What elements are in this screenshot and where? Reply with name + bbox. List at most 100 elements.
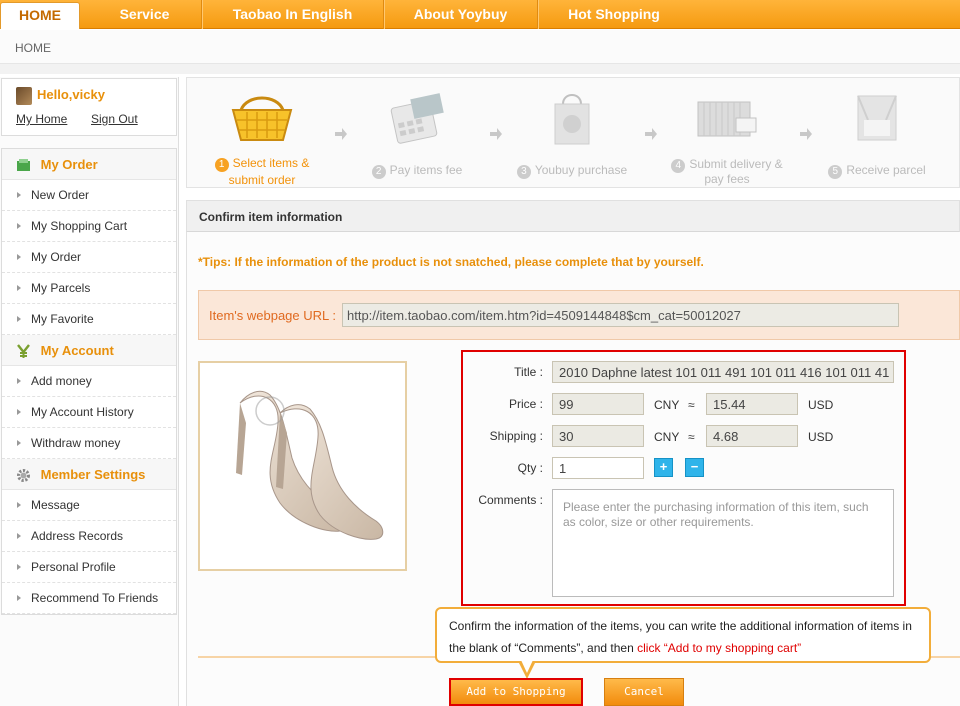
- cancel-button[interactable]: Cancel: [604, 678, 684, 706]
- price-currency-cny: CNY: [654, 398, 680, 412]
- confirm-header: Confirm item information: [186, 200, 960, 232]
- step-label: 5 Receive parcel: [807, 162, 947, 179]
- gear-icon: [17, 469, 30, 483]
- order-steps: 1 Select items & submit order 2 Pay items f…: [186, 77, 960, 188]
- sidebar-item-label: Address Records: [31, 529, 124, 543]
- item-form: Title : Price : CNY ≈ USD Shipping : CNY…: [461, 350, 906, 606]
- arrow-icon: [17, 192, 21, 198]
- sidebar-item-my-favorite[interactable]: My Favorite: [2, 304, 176, 335]
- step-number: 4: [671, 159, 686, 173]
- tips-text: *Tips: If the information of the product…: [198, 255, 704, 269]
- arrow-right-icon: [335, 128, 347, 140]
- add-to-cart-button[interactable]: Add to Shopping Cart: [449, 678, 583, 706]
- nav-taobao-in-english[interactable]: Taobao In English: [202, 0, 384, 29]
- sidebar-item-label: My Shopping Cart: [31, 219, 128, 233]
- price-usd-field[interactable]: [706, 393, 798, 415]
- shipping-usd-field[interactable]: [706, 425, 798, 447]
- greeting: Hello,vicky: [37, 87, 105, 102]
- price-approx: ≈: [688, 398, 695, 412]
- arrow-icon: [17, 285, 21, 291]
- arrow-icon: [17, 409, 21, 415]
- breadcrumb-bar: HOME: [0, 30, 960, 64]
- top-nav: HOME Service Taobao In English About Yoy…: [0, 0, 960, 29]
- sidebar-item-message[interactable]: Message: [2, 490, 176, 521]
- menu-head-label: My Account: [40, 343, 114, 358]
- qty-plus-button[interactable]: +: [654, 458, 673, 477]
- instruction-tooltip: Confirm the information of the items, yo…: [435, 607, 931, 663]
- comments-field[interactable]: [552, 489, 894, 597]
- sidebar-item-recommend-to-friends[interactable]: Recommend To Friends: [2, 583, 176, 614]
- qty-minus-button[interactable]: −: [685, 458, 704, 477]
- sidebar-item-address-records[interactable]: Address Records: [2, 521, 176, 552]
- sign-out-link[interactable]: Sign Out: [91, 112, 138, 126]
- url-input[interactable]: [342, 303, 899, 327]
- my-home-link[interactable]: My Home: [16, 112, 67, 126]
- nav-service[interactable]: Service: [88, 0, 202, 29]
- step-label: 4 Submit delivery & pay fees: [657, 158, 797, 186]
- sidebar-item-label: My Order: [31, 250, 82, 264]
- avatar: [16, 87, 32, 105]
- shipping-currency-usd: USD: [808, 430, 834, 444]
- shipping-approx: ≈: [688, 430, 695, 444]
- step-line-1: Pay items fee: [389, 163, 463, 177]
- parcel-icon: [857, 95, 897, 141]
- menu-head-member-settings: Member Settings: [2, 459, 176, 490]
- sidebar-item-my-shopping-cart[interactable]: My Shopping Cart: [2, 211, 176, 242]
- sidebar-item-my-parcels[interactable]: My Parcels: [2, 273, 176, 304]
- price-label: Price :: [508, 397, 543, 411]
- price-field[interactable]: [552, 393, 644, 415]
- arrow-right-icon: [645, 128, 657, 140]
- shopping-bag-icon: [554, 94, 590, 145]
- step-line-1: Receive parcel: [846, 163, 926, 177]
- step-number: 1: [214, 158, 229, 172]
- sidebar-item-label: Withdraw money: [31, 436, 121, 450]
- sidebar-item-label: Message: [31, 498, 80, 512]
- sidebar-item-my-account-history[interactable]: My Account History: [2, 397, 176, 428]
- title-label: Title :: [514, 365, 543, 379]
- yen-icon: [17, 344, 30, 359]
- sidebar-item-my-order[interactable]: My Order: [2, 242, 176, 273]
- menu-head-label: Member Settings: [40, 467, 146, 482]
- step-line-2: pay fees: [704, 172, 750, 186]
- qty-field[interactable]: [552, 457, 644, 479]
- shipping-label: Shipping :: [489, 429, 543, 443]
- step-label: 2 Pay items fee: [347, 162, 487, 179]
- shoe-image: [236, 390, 384, 540]
- sidebar-item-label: My Parcels: [31, 281, 91, 295]
- url-bar: Item's webpage URL :: [198, 290, 960, 340]
- step-number: 2: [371, 165, 386, 179]
- confirm-title: Confirm item information: [199, 210, 343, 224]
- sidebar-item-withdraw-money[interactable]: Withdraw money: [2, 428, 176, 459]
- arrow-icon: [17, 316, 21, 322]
- arrow-icon: [17, 440, 21, 446]
- step-number: 5: [828, 165, 843, 179]
- step-line-1: Select items &: [232, 156, 310, 170]
- shipping-currency-cny: CNY: [654, 430, 680, 444]
- comments-label: Comments :: [478, 493, 543, 507]
- user-box: Hello,vicky My Home Sign Out: [1, 78, 177, 136]
- arrow-icon: [17, 502, 21, 508]
- sidebar-item-add-money[interactable]: Add money: [2, 366, 176, 397]
- qty-label: Qty :: [517, 461, 543, 475]
- tooltip-tail-inner: [521, 660, 533, 673]
- shipping-field[interactable]: [552, 425, 644, 447]
- left-sidebar: Hello,vicky My Home Sign Out My Order Ne…: [0, 77, 179, 706]
- sidebar-item-label: Recommend To Friends: [31, 591, 159, 605]
- arrow-right-icon: [800, 128, 812, 140]
- nav-hot-shopping[interactable]: Hot Shopping: [538, 0, 690, 29]
- sidebar-menu: My Order New Order My Shopping Cart My O…: [1, 148, 177, 615]
- sidebar-item-new-order[interactable]: New Order: [2, 180, 176, 211]
- breadcrumb[interactable]: HOME: [15, 41, 51, 55]
- step-line-2: submit order: [228, 173, 296, 187]
- step-label: 3 Youbuy purchase: [502, 162, 642, 179]
- container-icon: [697, 101, 757, 137]
- sidebar-item-label: Add money: [31, 374, 92, 388]
- nav-about-yoybuy[interactable]: About Yoybuy: [384, 0, 538, 29]
- sidebar-item-personal-profile[interactable]: Personal Profile: [2, 552, 176, 583]
- title-field[interactable]: [552, 361, 894, 383]
- arrow-icon: [17, 254, 21, 260]
- nav-home[interactable]: HOME: [0, 2, 80, 29]
- sidebar-item-label: My Favorite: [31, 312, 94, 326]
- step-line-1: Submit delivery &: [689, 157, 783, 171]
- calculator-icon: [390, 93, 444, 144]
